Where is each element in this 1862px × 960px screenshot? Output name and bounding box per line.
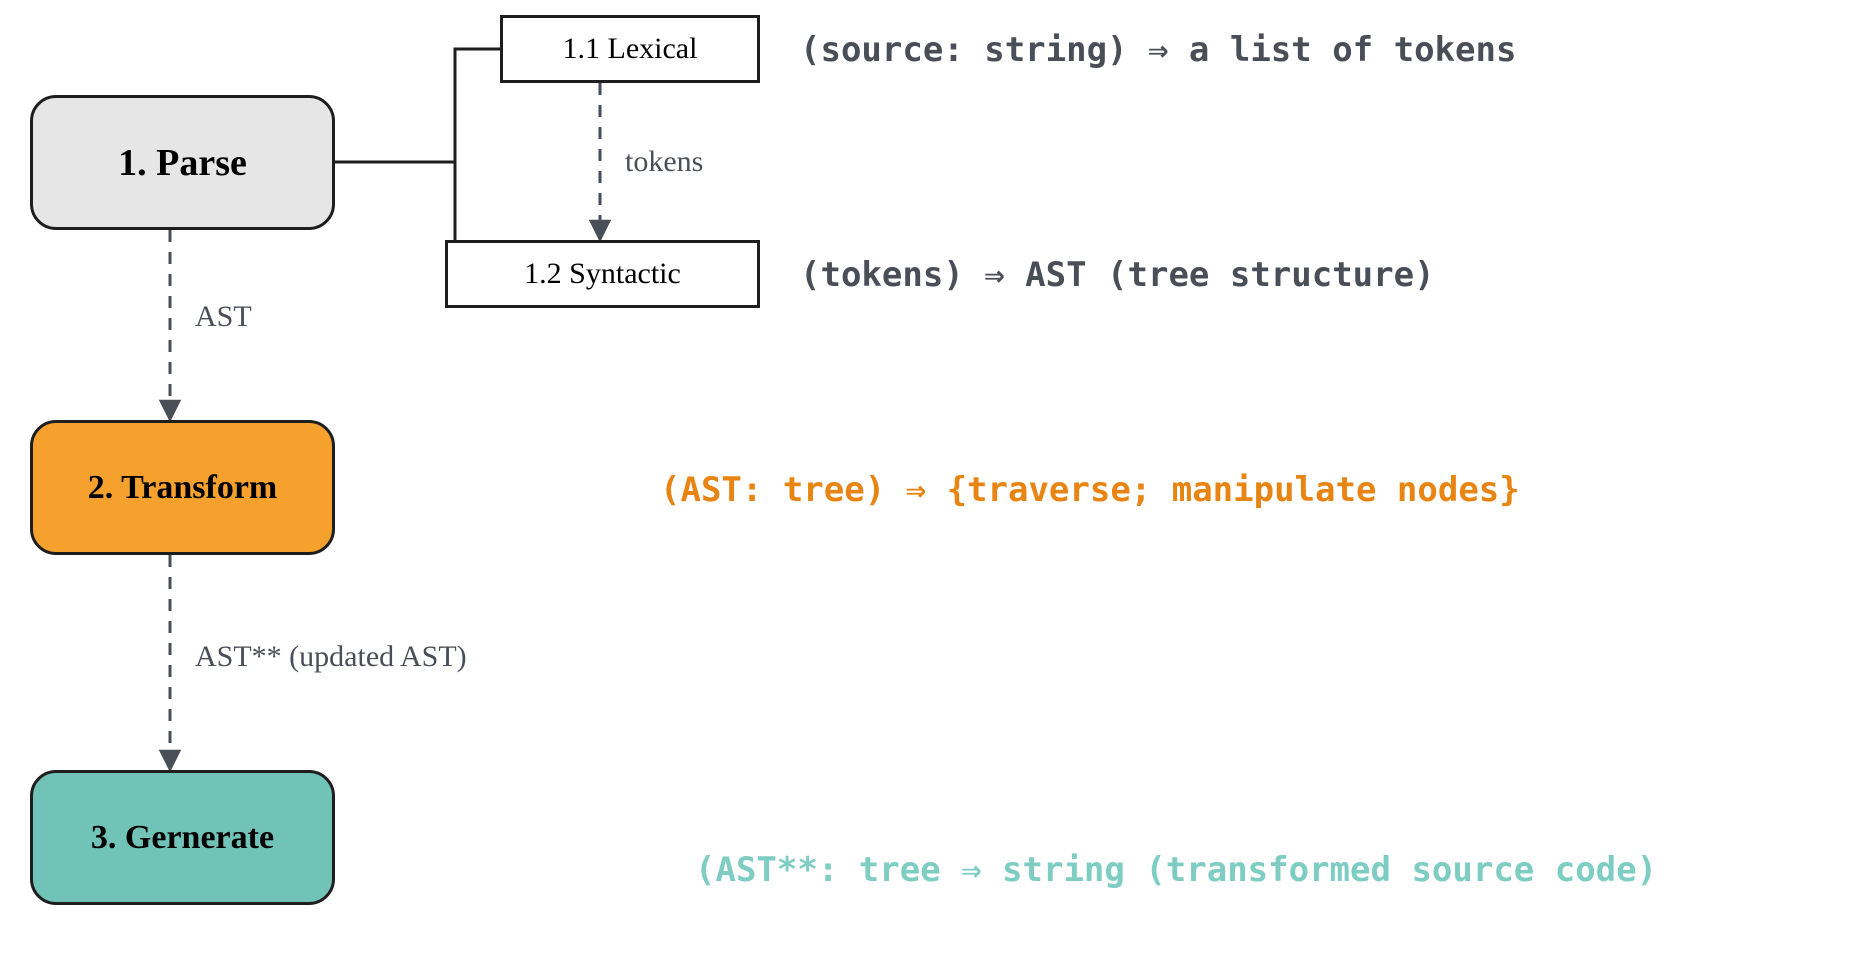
edge-label-ast-updated: AST** (updated AST) xyxy=(195,640,467,674)
signature-generate: (AST**: tree ⇒ string (transformed sourc… xyxy=(695,850,1657,890)
node-parse: 1. Parse xyxy=(30,95,335,230)
node-parse-label: 1. Parse xyxy=(118,141,247,185)
node-generate-label: 3. Gernerate xyxy=(91,819,274,857)
signature-lexical: (source: string) ⇒ a list of tokens xyxy=(800,30,1516,70)
node-lexical: 1.1 Lexical xyxy=(500,15,760,83)
signature-transform: (AST: tree) ⇒ {traverse; manipulate node… xyxy=(660,470,1520,510)
diagram-stage: 1. Parse 2. Transform 3. Gernerate 1.1 L… xyxy=(0,0,1862,960)
node-transform-label: 2. Transform xyxy=(88,469,278,507)
edge-label-tokens: tokens xyxy=(625,145,703,179)
node-generate: 3. Gernerate xyxy=(30,770,335,905)
node-syntactic: 1.2 Syntactic xyxy=(445,240,760,308)
signature-syntactic: (tokens) ⇒ AST (tree structure) xyxy=(800,255,1435,295)
node-lexical-label: 1.1 Lexical xyxy=(563,32,698,66)
edge-label-ast: AST xyxy=(195,300,252,334)
node-syntactic-label: 1.2 Syntactic xyxy=(524,257,681,291)
node-transform: 2. Transform xyxy=(30,420,335,555)
